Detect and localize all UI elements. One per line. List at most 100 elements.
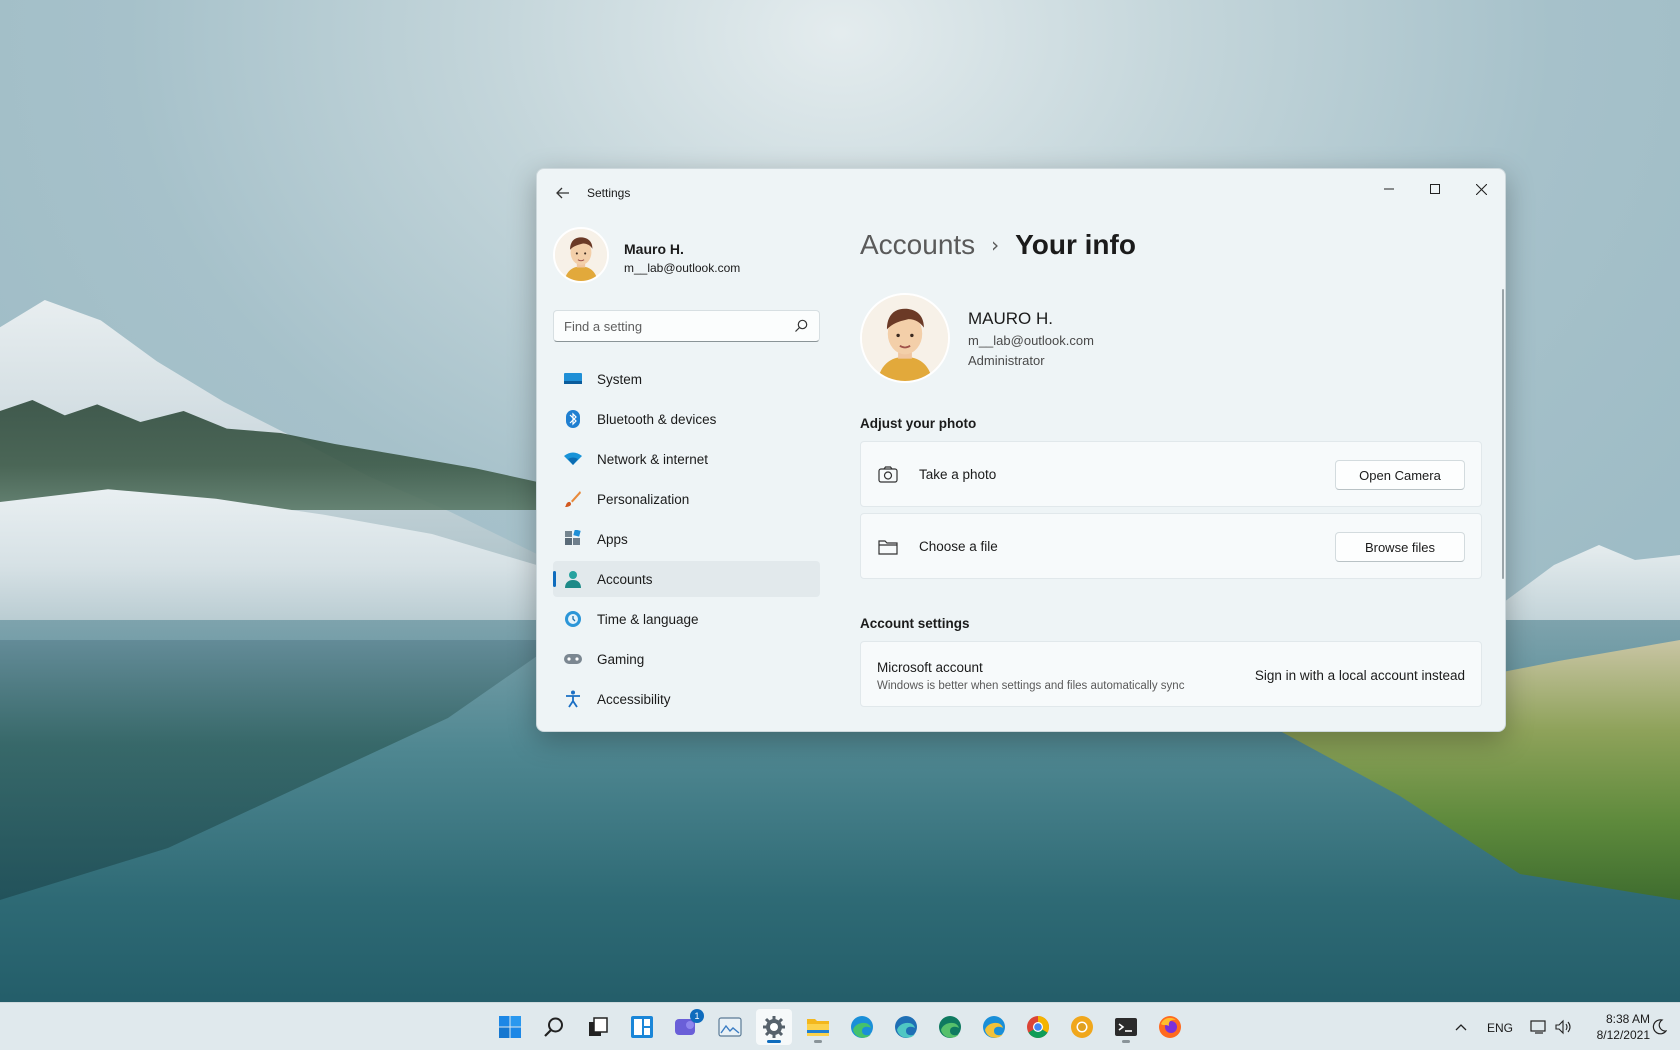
- sidebar-item-label: Apps: [597, 531, 628, 547]
- breadcrumb-separator: ›: [991, 233, 1000, 257]
- profile-name: Mauro H.: [624, 241, 684, 257]
- chrome-canary-icon: [1071, 1016, 1093, 1038]
- open-camera-button[interactable]: Open Camera: [1335, 460, 1465, 490]
- settings-window: Settings Mauro H. m__lab@outlook.com Fin…: [536, 168, 1506, 732]
- file-explorer-button[interactable]: [800, 1009, 836, 1045]
- maximize-button[interactable]: [1413, 177, 1457, 201]
- firefox-button[interactable]: [1152, 1009, 1188, 1045]
- title-bar: Settings: [537, 169, 1505, 217]
- sidebar-item-system[interactable]: System: [553, 361, 820, 397]
- photos-icon: [718, 1017, 742, 1037]
- search-icon[interactable]: [793, 318, 809, 334]
- microsoft-account-title: Microsoft account: [877, 660, 983, 675]
- bluetooth-icon: [563, 409, 583, 429]
- task-view-button[interactable]: [580, 1009, 616, 1045]
- taskbar-search-button[interactable]: [536, 1009, 572, 1045]
- widgets-button[interactable]: [624, 1009, 660, 1045]
- minimize-button[interactable]: [1367, 177, 1411, 201]
- system-icon: [563, 369, 583, 389]
- user-email: m__lab@outlook.com: [968, 333, 1094, 348]
- edge-dev-button[interactable]: [932, 1009, 968, 1045]
- microsoft-account-subtitle: Windows is better when settings and file…: [877, 680, 1185, 692]
- moon-icon: [1652, 1019, 1667, 1035]
- settings-taskbar-button[interactable]: [756, 1009, 792, 1045]
- accessibility-icon: [563, 689, 583, 709]
- sidebar-item-label: System: [597, 371, 643, 387]
- edge-dev-icon: [939, 1016, 961, 1038]
- chrome-canary-button[interactable]: [1064, 1009, 1100, 1045]
- user-role: Administrator: [968, 353, 1045, 368]
- account-settings-heading: Account settings: [860, 616, 970, 631]
- avatar-face-icon: [862, 295, 948, 381]
- browse-files-button[interactable]: Browse files: [1335, 532, 1465, 562]
- sidebar-nav: System Bluetooth & devices Network & int…: [553, 361, 820, 721]
- profile-email: m__lab@outlook.com: [624, 261, 741, 275]
- back-arrow-icon: [556, 187, 569, 199]
- sidebar-item-network[interactable]: Network & internet: [553, 441, 820, 477]
- content-scrollbar[interactable]: [1502, 289, 1504, 579]
- close-button[interactable]: [1459, 177, 1503, 201]
- folder-icon: [807, 1019, 829, 1036]
- wifi-icon: [563, 449, 583, 469]
- sidebar-item-label: Accounts: [597, 571, 653, 587]
- running-indicator: [814, 1040, 822, 1043]
- globe-clock-icon: [563, 609, 583, 629]
- apps-icon: [563, 529, 583, 549]
- terminal-button[interactable]: [1108, 1009, 1144, 1045]
- search-box[interactable]: [553, 310, 820, 342]
- local-account-link[interactable]: Sign in with a local account instead: [1255, 668, 1465, 683]
- chrome-icon: [1027, 1016, 1049, 1038]
- take-photo-card: Take a photo Open Camera: [860, 441, 1482, 507]
- page-title: Your info: [1015, 229, 1136, 260]
- search-input[interactable]: [554, 311, 784, 341]
- sidebar-item-personalization[interactable]: Personalization: [553, 481, 820, 517]
- running-indicator: [1122, 1040, 1130, 1043]
- chrome-button[interactable]: [1020, 1009, 1056, 1045]
- taskbar-clock[interactable]: 8:38 AM 8/12/2021: [1570, 1011, 1650, 1043]
- sidebar-item-time-language[interactable]: Time & language: [553, 601, 820, 637]
- clock-time: 8:38 AM: [1605, 1012, 1650, 1026]
- edge-canary-icon: [983, 1016, 1005, 1038]
- chat-button[interactable]: 1: [668, 1009, 704, 1045]
- taskbar: 1 ENG 8:38 AM 8/12/2021: [0, 1002, 1680, 1050]
- user-avatar: [860, 293, 950, 383]
- close-icon: [1475, 183, 1487, 195]
- photos-button[interactable]: [712, 1009, 748, 1045]
- sidebar-item-label: Gaming: [597, 651, 645, 667]
- sidebar-item-apps[interactable]: Apps: [553, 521, 820, 557]
- profile-avatar[interactable]: [553, 227, 609, 283]
- controller-icon: [563, 649, 583, 669]
- edge-canary-button[interactable]: [976, 1009, 1012, 1045]
- search-icon: [544, 1017, 563, 1037]
- sidebar-item-bluetooth[interactable]: Bluetooth & devices: [553, 401, 820, 437]
- edge-button[interactable]: [844, 1009, 880, 1045]
- microsoft-account-card: Microsoft account Windows is better when…: [860, 641, 1482, 707]
- sidebar-item-accessibility[interactable]: Accessibility: [553, 681, 820, 717]
- start-button[interactable]: [492, 1009, 528, 1045]
- sidebar-item-accounts[interactable]: Accounts: [553, 561, 820, 597]
- folder-icon: [878, 540, 898, 555]
- edge-icon: [851, 1016, 873, 1038]
- back-button[interactable]: [549, 181, 577, 205]
- sidebar-item-label: Time & language: [597, 611, 699, 627]
- clock-date: 8/12/2021: [1596, 1028, 1650, 1042]
- user-display-name: MAURO H.: [968, 309, 1053, 328]
- breadcrumb-parent[interactable]: Accounts: [860, 229, 975, 261]
- chevron-up-icon: [1455, 1024, 1467, 1031]
- edge-beta-icon: [895, 1016, 917, 1038]
- edge-beta-button[interactable]: [888, 1009, 924, 1045]
- maximize-icon: [1430, 184, 1440, 194]
- task-view-icon: [589, 1017, 608, 1036]
- language-indicator[interactable]: ENG: [1487, 1021, 1513, 1035]
- firefox-icon: [1159, 1016, 1181, 1038]
- window-title: Settings: [587, 186, 631, 200]
- sidebar-item-label: Bluetooth & devices: [597, 411, 717, 427]
- person-icon: [563, 569, 583, 589]
- show-hidden-icons-button[interactable]: [1443, 1009, 1479, 1045]
- notifications-button[interactable]: [1644, 1009, 1674, 1045]
- chat-badge: 1: [690, 1009, 704, 1023]
- brush-icon: [563, 489, 583, 509]
- minimize-icon: [1384, 188, 1394, 190]
- sidebar-item-gaming[interactable]: Gaming: [553, 641, 820, 677]
- terminal-icon: [1115, 1018, 1137, 1036]
